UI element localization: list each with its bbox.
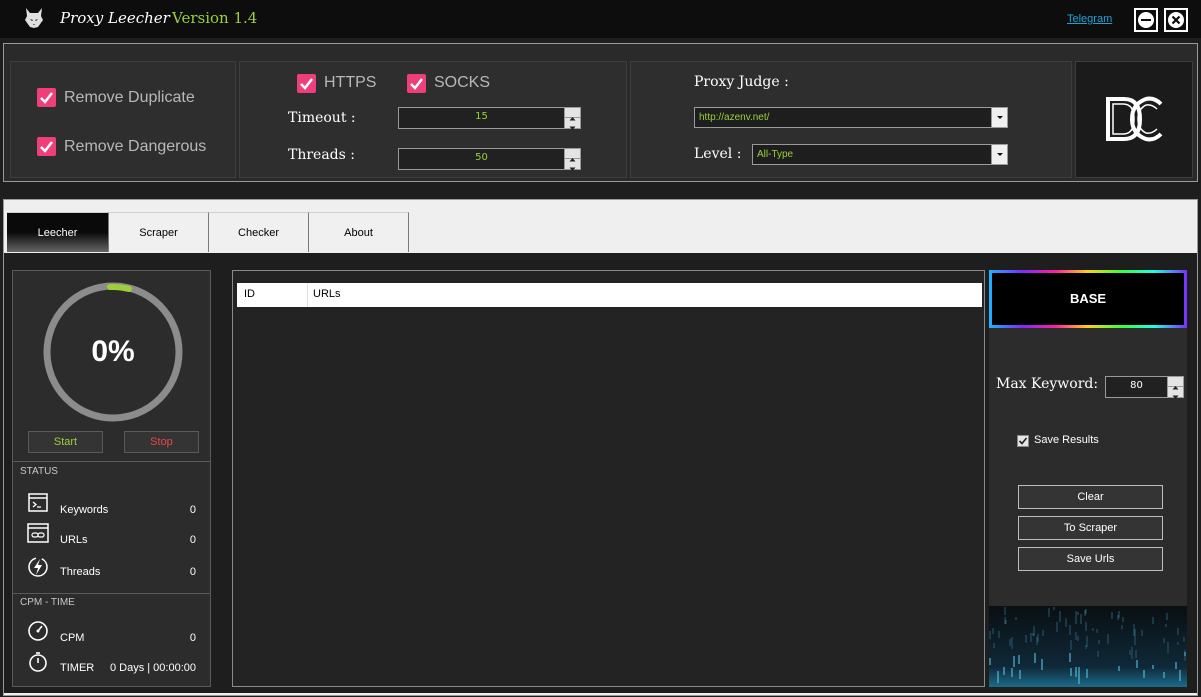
tab-leecher[interactable]: Leecher [7,212,109,252]
max-keyword-value: 80 [1130,380,1143,391]
stop-button[interactable]: Stop [124,431,199,453]
threads-status-label: Threads [60,566,101,578]
tab-about[interactable]: About [309,212,409,252]
status-header: STATUS [20,466,58,477]
proxy-judge-section: Proxy Judge : http://azenv.net/ Level : … [630,61,1072,178]
remove-dangerous-label: Remove Dangerous [64,138,207,155]
progress-panel: 0% Start Stop STATUS Keywords 0 URLs 0 T… [12,270,211,687]
cpm-value: 0 [189,632,196,644]
minimize-button[interactable] [1134,8,1158,32]
base-label: BASE [992,273,1184,325]
arrow-down-icon [569,167,576,171]
urls-value: 0 [189,534,196,546]
urls-table[interactable]: ID URLs [232,270,985,687]
threads-spin[interactable] [564,149,580,171]
arrow-down-icon [569,126,576,130]
https-checkbox[interactable] [297,74,316,93]
chevron-down-icon [997,116,1003,119]
proxy-judge-value: http://azenv.net/ [699,112,770,123]
remove-duplicate-label: Remove Duplicate [64,89,195,106]
timer-label: TIMER [60,662,95,674]
clear-button[interactable]: Clear [1018,485,1163,509]
check-icon [410,78,423,90]
level-label: Level : [694,146,742,162]
app-title: Proxy Leecher [60,9,170,27]
https-label: HTTPS [324,74,377,91]
check-icon [40,92,53,104]
level-value: All-Type [757,149,794,160]
max-keyword-stepper[interactable]: 80 [1105,376,1184,399]
socks-checkbox[interactable] [407,74,426,93]
link-window-icon [27,523,49,543]
column-urls[interactable]: URLs [313,288,341,300]
remove-dangerous-checkbox[interactable] [37,137,56,156]
options-panel: BASE Max Keyword: 80 Save Results Clear … [989,270,1187,687]
settings-panel: Remove Duplicate Remove Dangerous HTTPS … [3,43,1198,182]
remove-duplicate-checkbox[interactable] [37,88,56,107]
to-scraper-button[interactable]: To Scraper [1018,516,1163,540]
cpm-label: CPM [60,632,85,644]
check-icon [1018,437,1028,445]
check-icon [300,78,313,90]
threads-value: 50 [475,152,488,163]
table-header: ID URLs [237,283,982,307]
close-button[interactable] [1164,8,1188,32]
dc-logo-icon [1106,96,1163,142]
arrow-down-icon [1172,395,1179,399]
urls-label: URLs [60,534,88,546]
tab-scraper[interactable]: Scraper [109,212,209,252]
timeout-label: Timeout : [288,110,356,126]
telegram-link[interactable]: Telegram [1067,13,1112,25]
rain-graphic [989,607,1186,684]
close-icon [1168,12,1184,28]
rain-animation [989,606,1187,687]
tab-area: Leecher Scraper Checker About 0% Start S… [3,199,1198,696]
leecher-tab-content: 0% Start Stop STATUS Keywords 0 URLs 0 T… [4,253,1197,693]
level-select[interactable]: All-Type [752,144,1008,165]
socks-label: SOCKS [434,74,491,91]
dedupe-section: Remove Duplicate Remove Dangerous [10,61,236,178]
chevron-down-icon [997,153,1003,156]
threads-label: Threads : [288,147,355,163]
stopwatch-icon [29,652,47,672]
progress-percent: 0% [91,335,135,368]
keywords-label: Keywords [60,504,109,516]
start-button[interactable]: Start [28,431,103,453]
progress-ring: 0% [38,277,188,427]
divider [13,461,210,462]
connection-section: HTTPS SOCKS Timeout : 15 Threads : 50 [239,61,627,178]
proxy-judge-label: Proxy Judge : [694,74,789,90]
dc-logo [1075,61,1193,178]
timeout-stepper[interactable]: 15 [398,107,581,130]
proxy-judge-select[interactable]: http://azenv.net/ [694,107,1008,128]
save-urls-button[interactable]: Save Urls [1018,547,1163,571]
minimize-icon [1138,12,1154,28]
max-keyword-label: Max Keyword: [996,376,1099,392]
wolf-icon [25,8,43,28]
check-icon [40,141,53,153]
timeout-value: 15 [475,111,488,122]
base-button[interactable]: BASE [989,270,1187,328]
timer-value: 0 Days | 00:00:00 [109,662,196,674]
lightning-icon [28,557,48,577]
max-keyword-spin[interactable] [1167,377,1183,399]
save-results-label: Save Results [1034,434,1099,446]
keywords-value: 0 [189,504,196,516]
timeout-spin[interactable] [564,108,580,130]
app-version: Version 1.4 [172,9,258,27]
tab-checker[interactable]: Checker [209,212,309,252]
title-bar: Proxy Leecher Version 1.4 Telegram [0,0,1201,38]
save-results-checkbox[interactable] [1017,435,1029,447]
threads-stepper[interactable]: 50 [398,148,581,171]
threads-status-value: 0 [189,566,196,578]
terminal-icon [28,493,48,512]
cpm-time-header: CPM - TIME [20,597,75,608]
column-id[interactable]: ID [244,288,255,300]
speedometer-icon [28,621,48,641]
divider [13,593,210,594]
